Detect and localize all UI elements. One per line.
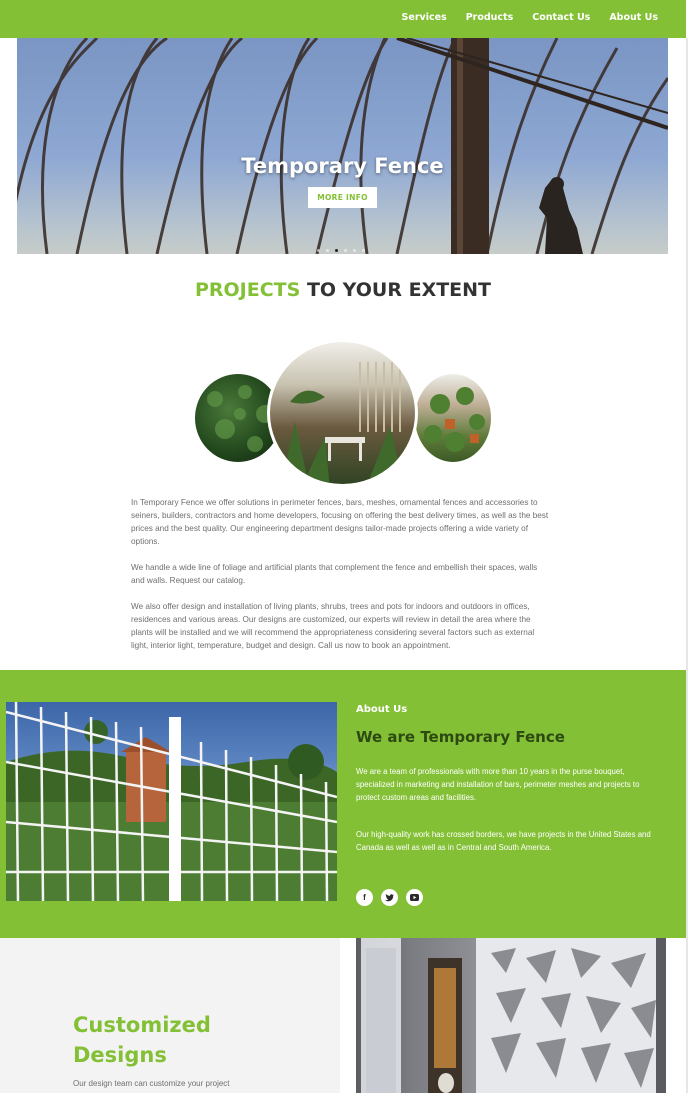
twitter-icon[interactable] xyxy=(381,889,398,906)
fence-hero-image xyxy=(17,38,668,254)
about-fence-image xyxy=(6,702,337,901)
nav-contact-us[interactable]: Contact Us xyxy=(532,12,590,23)
project-image-potted-plants xyxy=(412,371,494,465)
about-paragraph-2: Our high-quality work has crossed border… xyxy=(356,830,651,852)
decorative-panel-image xyxy=(356,938,666,1093)
project-image-patio xyxy=(267,339,418,487)
nav-about-us[interactable]: About Us xyxy=(609,12,658,23)
facebook-icon[interactable]: f xyxy=(356,889,373,906)
about-paragraph-1: We are a team of professionals with more… xyxy=(356,767,640,802)
customized-designs-section: Customized Designs Our design team can c… xyxy=(0,938,340,1093)
customized-designs-text: Our design team can customize your proje… xyxy=(73,1079,230,1088)
slider-dot-active[interactable] xyxy=(335,249,338,252)
slider-dots xyxy=(317,249,365,252)
projects-heading-accent: PROJECTS xyxy=(194,279,301,301)
slider-dot[interactable] xyxy=(326,249,329,252)
projects-heading-rest: TO YOUR EXTENT xyxy=(306,279,492,301)
hero-title: Temporary Fence xyxy=(241,154,444,178)
social-links: f xyxy=(356,889,423,906)
projects-paragraph-3: We also offer design and installation of… xyxy=(131,602,535,650)
projects-paragraph-2: We handle a wide line of foliage and art… xyxy=(131,563,538,585)
hero-slider[interactable]: ‹ › Temporary Fence MORE INFO xyxy=(17,38,668,254)
nav-menu: Services Products Contact Us About Us xyxy=(402,12,658,23)
nav-services[interactable]: Services xyxy=(402,12,447,23)
customized-designs-title: Customized Designs xyxy=(73,1013,211,1067)
slider-dot[interactable] xyxy=(353,249,356,252)
slider-dot[interactable] xyxy=(344,249,347,252)
slider-dot[interactable] xyxy=(317,249,320,252)
about-section: About Us We are Temporary Fence We are a… xyxy=(0,670,686,938)
about-title: We are Temporary Fence xyxy=(356,728,565,746)
youtube-icon[interactable] xyxy=(406,889,423,906)
about-kicker: About Us xyxy=(356,704,408,715)
more-info-button[interactable]: MORE INFO xyxy=(308,187,377,208)
projects-paragraph-1: In Temporary Fence we offer solutions in… xyxy=(131,498,549,546)
projects-heading: PROJECTS TO YOUR EXTENT xyxy=(0,279,686,301)
projects-description: In Temporary Fence we offer solutions in… xyxy=(131,496,551,665)
top-navbar: Services Products Contact Us About Us xyxy=(0,0,686,38)
nav-products[interactable]: Products xyxy=(466,12,514,23)
slider-dot[interactable] xyxy=(362,249,365,252)
